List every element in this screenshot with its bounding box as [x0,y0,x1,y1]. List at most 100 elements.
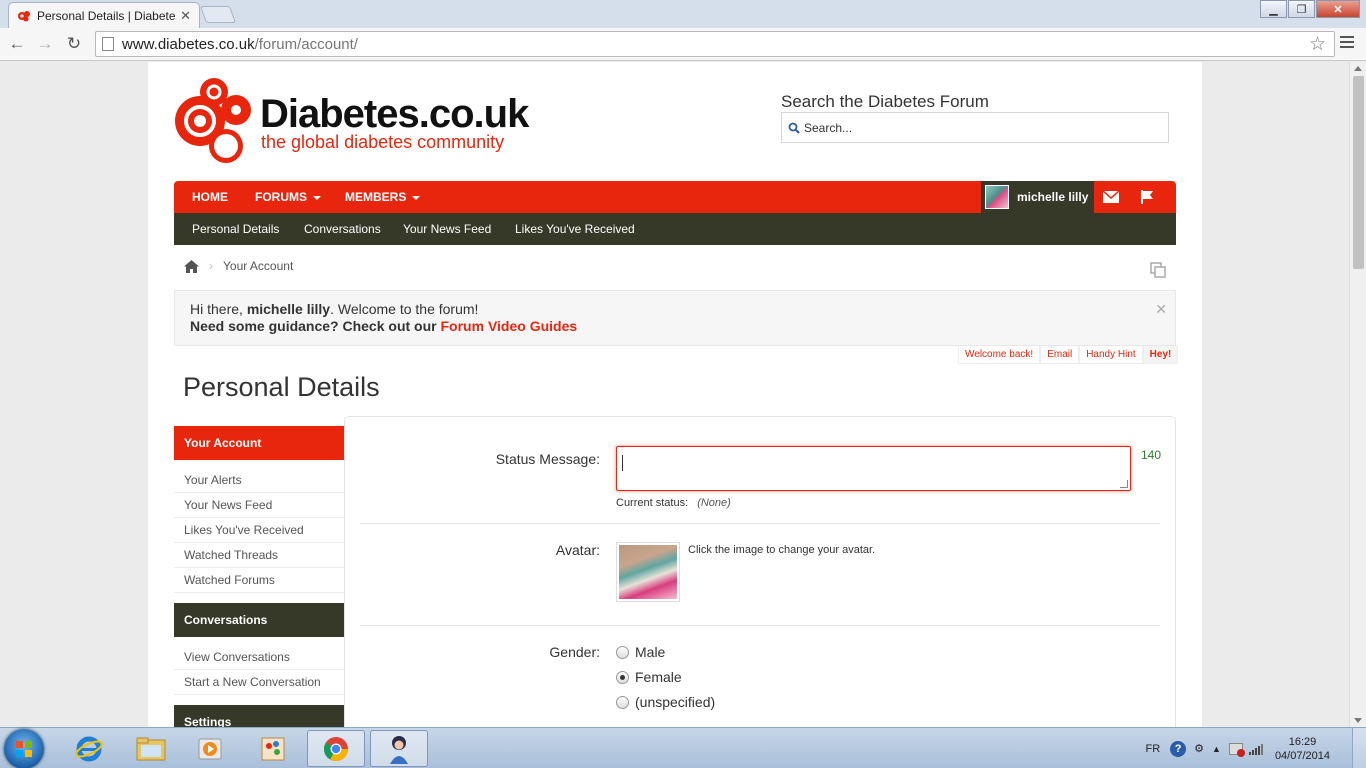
sidebar-item-start-conversation[interactable]: Start a New Conversation [174,670,344,695]
gender-option-female[interactable]: Female [616,669,682,685]
gender-female-label: Female [635,669,682,685]
avatar-image[interactable] [616,542,680,602]
chrome-taskbar-icon[interactable] [307,730,365,767]
sidebar-item-view-conversations[interactable]: View Conversations [174,645,344,670]
avatar-label: Avatar: [555,542,600,558]
current-status-label: Current status: [616,497,689,509]
notice-tab-hey[interactable]: Hey! [1142,346,1179,364]
tab-close-icon[interactable]: ✕ [180,8,191,24]
start-button[interactable] [4,729,44,768]
search-icon [788,122,800,134]
system-tray: FR ? ⚙ ▲ 16:29 04/07/2014 [1145,728,1366,768]
back-arrow-icon[interactable]: ← [6,33,28,55]
current-status-value: (None) [697,497,731,509]
scroll-up-icon[interactable] [1354,66,1362,71]
subnav-conversations[interactable]: Conversations [304,213,381,245]
gender-option-male[interactable]: Male [616,644,665,660]
breadcrumb: › Your Account [184,259,293,273]
status-message-input[interactable] [616,446,1131,491]
window-close-button[interactable]: ✕ [1316,0,1360,18]
nav-home[interactable]: HOME [192,181,228,213]
close-icon[interactable]: ✕ [1155,301,1167,318]
help-icon[interactable]: ? [1170,740,1187,757]
avatar-photo [619,545,677,599]
media-player-icon[interactable] [182,730,240,767]
notice-tab-email[interactable]: Email [1040,346,1080,364]
sidebar-heading-your-account[interactable]: Your Account [174,426,344,460]
sidebar-item-alerts[interactable]: Your Alerts [174,468,344,493]
nav-members-label: MEMBERS [345,190,407,204]
user-account-tab[interactable]: michelle lilly [981,181,1094,213]
reload-icon[interactable]: ↻ [63,33,85,55]
browser-tab[interactable]: Personal Details | Diabetes ✕ [8,2,200,28]
current-status: Current status: (None) [616,497,731,509]
forum-video-guides-link[interactable]: Forum Video Guides [441,318,578,334]
radio-female[interactable] [616,670,629,684]
subnav-likes-received[interactable]: Likes You've Received [515,213,635,245]
page-viewport: Diabetes.co.uk the global diabetes commu… [0,62,1349,727]
messenger-app-icon[interactable] [370,730,428,767]
clock[interactable]: 16:29 04/07/2014 [1275,735,1330,763]
address-bar[interactable]: www.diabetes.co.uk/forum/account/ ☆ [95,31,1335,57]
sidebar-conversations-list: View Conversations Start a New Conversat… [174,637,344,705]
nav-forums[interactable]: FORUMS [255,181,321,213]
url-host: www.diabetes.co.uk [122,35,255,53]
new-tab-button[interactable] [199,6,237,23]
nav-members[interactable]: MEMBERS [345,181,421,213]
show-desktop-button[interactable] [1352,728,1366,768]
notice-tabs: Welcome back! Email Handy Hint Hey! [958,346,1179,364]
vertical-scrollbar[interactable] [1349,62,1366,727]
minimize-button[interactable]: ▁ [1260,0,1287,18]
sidebar-item-watched-forums[interactable]: Watched Forums [174,568,344,593]
language-indicator[interactable]: FR [1145,743,1160,755]
sidebar-item-watched-threads[interactable]: Watched Threads [174,543,344,568]
forward-arrow-icon[interactable]: → [34,33,56,55]
paint-app-icon[interactable] [244,730,302,767]
gender-label: Gender: [549,644,600,660]
sidebar-item-news-feed[interactable]: Your News Feed [174,493,344,518]
radio-male[interactable] [616,645,629,659]
subnav-personal-details[interactable]: Personal Details [192,213,279,245]
notice-line-1: Hi there, michelle lilly. Welcome to the… [190,301,1160,318]
restore-button[interactable]: ❐ [1288,0,1315,18]
file-explorer-icon[interactable] [122,730,180,767]
clock-date: 04/07/2014 [1274,749,1330,762]
network-error-icon[interactable] [1228,742,1245,757]
alerts-flag-icon[interactable] [1134,181,1160,213]
gender-option-unspecified[interactable]: (unspecified) [616,694,715,710]
chevron-down-icon [313,195,321,200]
clock-time: 16:29 [1288,735,1317,748]
status-message-label: Status Message: [495,451,600,467]
divider [360,625,1160,626]
notice-tab-handy-hint[interactable]: Handy Hint [1079,346,1143,364]
copy-icon[interactable] [1150,262,1166,278]
site-logo[interactable]: Diabetes.co.uk the global diabetes commu… [174,76,554,166]
inbox-envelope-icon[interactable] [1098,181,1124,213]
page-icon [102,37,114,51]
resize-grip-icon[interactable] [1120,480,1128,488]
gender-male-label: Male [635,644,666,660]
search-box[interactable] [781,112,1169,143]
tray-settings-icon[interactable]: ⚙ [1194,742,1204,755]
scroll-down-icon[interactable] [1354,718,1362,723]
breadcrumb-current[interactable]: Your Account [223,259,293,273]
search-input[interactable] [804,120,1144,135]
radio-unspecified[interactable] [616,695,629,709]
scrollbar-thumb[interactable] [1353,76,1364,269]
sidebar-heading-conversations[interactable]: Conversations [174,603,344,637]
character-counter: 140 [1141,448,1162,462]
notice-tab-welcome[interactable]: Welcome back! [958,346,1041,364]
internet-explorer-icon[interactable] [60,730,118,767]
signal-bars-icon[interactable] [1248,743,1263,755]
show-hidden-icons-icon[interactable]: ▲ [1212,744,1221,754]
bookmark-star-icon[interactable]: ☆ [1309,33,1326,56]
chrome-menu-icon[interactable] [1340,36,1354,48]
welcome-notice: Hi there, michelle lilly. Welcome to the… [174,290,1176,346]
home-icon[interactable] [184,259,199,273]
page-title: Personal Details [183,372,380,402]
subnav-news-feed[interactable]: Your News Feed [403,213,491,245]
sidebar-item-likes[interactable]: Likes You've Received [174,518,344,543]
page-container: Diabetes.co.uk the global diabetes commu… [148,62,1202,727]
sidebar-heading-settings[interactable]: Settings [174,705,344,727]
search-heading: Search the Diabetes Forum [781,92,989,111]
